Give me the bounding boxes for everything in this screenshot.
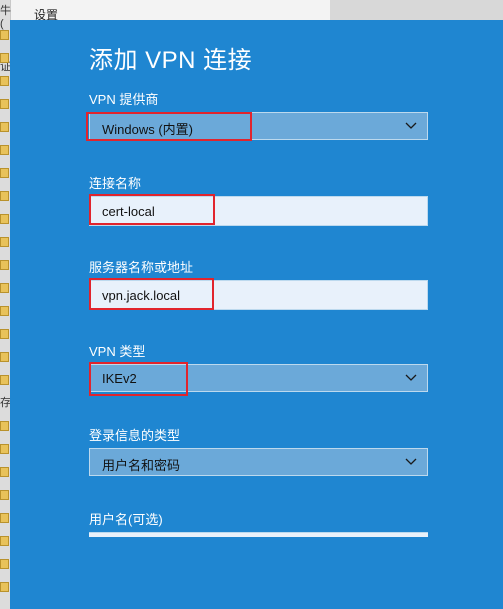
- folder-icon: [0, 559, 9, 569]
- username-input[interactable]: [89, 532, 428, 537]
- connection-name-value: cert-local: [102, 204, 155, 219]
- server-address-input[interactable]: vpn.jack.local: [89, 280, 428, 310]
- signin-type-value: 用户名和密码: [102, 458, 181, 473]
- folder-icon: [0, 191, 9, 201]
- folder-icon: [0, 53, 9, 63]
- chevron-down-icon: [405, 374, 417, 381]
- vpn-provider-value: Windows (内置): [102, 122, 194, 137]
- folder-icon: [0, 444, 9, 454]
- folder-icon: [0, 283, 9, 293]
- folder-icon: [0, 421, 9, 431]
- folder-icon: [0, 237, 9, 247]
- username-label: 用户名(可选): [89, 512, 163, 527]
- chevron-down-icon: [405, 122, 417, 129]
- folder-icon: [0, 536, 9, 546]
- folder-icon: [0, 122, 9, 132]
- background-right-panel: [330, 0, 503, 20]
- vpn-type-value: IKEv2: [102, 371, 137, 386]
- vpn-type-label: VPN 类型: [89, 344, 146, 359]
- folder-icon: [0, 306, 9, 316]
- vpn-provider-select[interactable]: Windows (内置): [89, 112, 428, 140]
- folder-icon: [0, 76, 9, 86]
- vpn-provider-label: VPN 提供商: [89, 92, 159, 107]
- folder-icon: [0, 467, 9, 477]
- add-vpn-dialog: 添加 VPN 连接 VPN 提供商 Windows (内置) 连接名称 cert…: [10, 20, 503, 609]
- connection-name-label: 连接名称: [89, 176, 142, 191]
- signin-type-select[interactable]: 用户名和密码: [89, 448, 428, 476]
- server-address-label: 服务器名称或地址: [89, 260, 194, 275]
- vpn-type-select[interactable]: IKEv2: [89, 364, 428, 392]
- dialog-title: 添加 VPN 连接: [89, 47, 253, 74]
- folder-icon: [0, 375, 9, 385]
- server-address-value: vpn.jack.local: [102, 288, 181, 303]
- folder-icon: [0, 99, 9, 109]
- folder-icon: [0, 30, 9, 40]
- folder-icon: [0, 168, 9, 178]
- folder-icon: [0, 145, 9, 155]
- folder-icon: [0, 329, 9, 339]
- signin-type-label: 登录信息的类型: [89, 428, 181, 443]
- connection-name-input[interactable]: cert-local: [89, 196, 428, 226]
- chevron-down-icon: [405, 458, 417, 465]
- folder-icon: [0, 513, 9, 523]
- folder-icon: [0, 260, 9, 270]
- folder-icon: [0, 214, 9, 224]
- folder-icon: [0, 490, 9, 500]
- folder-icon: [0, 352, 9, 362]
- folder-icon: [0, 582, 9, 592]
